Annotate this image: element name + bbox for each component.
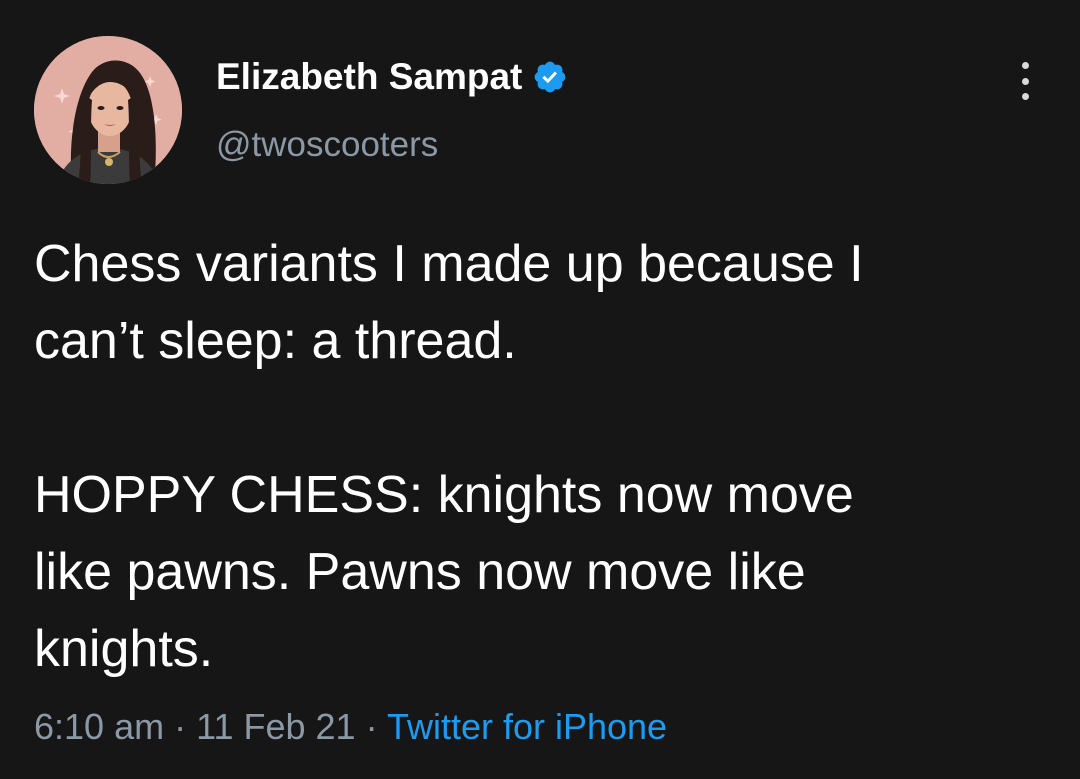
tweet-time[interactable]: 6:10 am — [34, 706, 164, 747]
author-name-row: Elizabeth Sampat — [216, 54, 568, 100]
meta-separator: · — [174, 706, 187, 747]
tweet-card: Elizabeth Sampat @twoscooters Chess vari… — [0, 0, 1080, 779]
author-display-name[interactable]: Elizabeth Sampat — [216, 56, 522, 98]
meta-separator: · — [365, 706, 378, 747]
more-dot — [1021, 62, 1029, 69]
more-dot — [1021, 93, 1029, 100]
tweet-date[interactable]: 11 Feb 21 — [196, 706, 355, 747]
tweet-source-link[interactable]: Twitter for iPhone — [387, 706, 667, 747]
more-dot — [1021, 77, 1029, 85]
author-handle[interactable]: @twoscooters — [216, 125, 438, 165]
verified-badge-icon — [532, 59, 568, 95]
more-vertical-icon[interactable] — [1008, 56, 1042, 106]
avatar[interactable] — [34, 36, 182, 184]
tweet-meta: 6:10 am · 11 Feb 21 · Twitter for iPhone — [34, 706, 667, 748]
avatar-illustration — [34, 36, 182, 184]
tweet-text: Chess variants I made up because I can’t… — [34, 235, 864, 678]
